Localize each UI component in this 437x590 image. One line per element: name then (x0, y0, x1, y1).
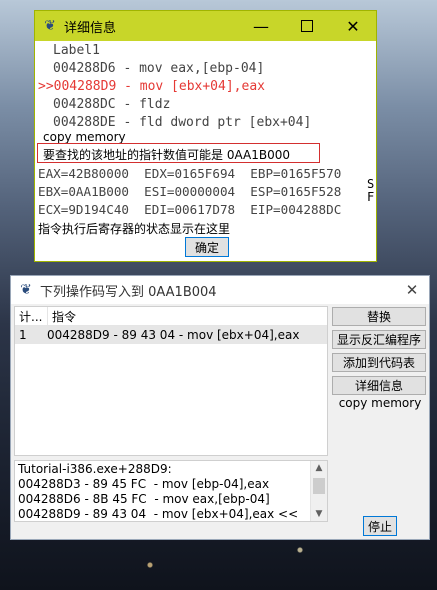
trace-line: 004288D9 - 89 43 04 - mov [ebx+04],eax <… (18, 507, 299, 521)
trace-line: 004288D6 - 8B 45 FC - mov eax,[ebp-04] (18, 492, 270, 506)
add-to-codelist-button[interactable]: 添加到代码表 (332, 353, 426, 372)
list-header: 计... 指令 (15, 307, 327, 326)
detail-titlebar[interactable]: ❦ 详细信息 — ✕ (35, 11, 376, 41)
asm-line-current: >>004288D9 - mov [ebx+04],eax (38, 79, 265, 94)
show-disassembler-button[interactable]: 显示反汇编程序 (332, 330, 426, 349)
cheat-engine-app-icon: ❦ (20, 282, 32, 298)
asm-label-line: Label1 (53, 43, 100, 58)
opcode-list[interactable]: 计... 指令 1 004288D9 - 89 43 04 - mov [ebx… (14, 306, 328, 456)
register-line: EBX=0AA1B000 ESI=00000004 ESP=0165F528 (38, 184, 342, 199)
more-info-button[interactable]: 详细信息 (332, 376, 426, 395)
scroll-up-icon[interactable]: ▲ (311, 461, 327, 475)
scroll-thumb[interactable] (313, 478, 325, 494)
close-button[interactable]: ✕ (395, 276, 429, 304)
list-item[interactable]: 1 004288D9 - 89 43 04 - mov [ebx+04],eax (15, 326, 327, 344)
replace-button[interactable]: 替换 (332, 307, 426, 326)
detail-window: ❦ 详细信息 — ✕ Label1 004288D6 - mov eax,[eb… (34, 10, 377, 262)
writes-window-title: 下列操作码写入到 0AA1B004 (40, 284, 217, 300)
copy-memory-label[interactable]: copy memory (43, 130, 126, 144)
maximize-button[interactable] (284, 11, 330, 41)
asm-line: 004288DE - fld dword ptr [ebx+04] (53, 115, 312, 130)
pointer-hint-box: 要查找的该地址的指针数值可能是 0AA1B000 (37, 143, 320, 163)
detail-window-title: 详细信息 (64, 20, 117, 36)
asm-line: 004288D6 - mov eax,[ebp-04] (53, 61, 265, 76)
trace-scrollbar[interactable]: ▲ ▼ (310, 461, 327, 521)
row-count: 1 (19, 328, 27, 342)
flag-s: S (367, 177, 375, 191)
scroll-down-icon[interactable]: ▼ (311, 507, 327, 521)
register-note: 指令执行后寄存器的状态显示在这里 (38, 222, 231, 236)
register-line: EAX=42B80000 EDX=0165F694 EBP=0165F570 (38, 166, 342, 181)
register-line: ECX=9D194C40 EDI=00617D78 EIP=004288DC (38, 202, 342, 217)
code-writes-window: ❦ 下列操作码写入到 0AA1B004 ✕ 计... 指令 1 004288D9… (10, 275, 430, 540)
column-instruction[interactable]: 指令 (48, 308, 76, 325)
writes-titlebar[interactable]: ❦ 下列操作码写入到 0AA1B004 ✕ (11, 276, 429, 304)
trace-line: Tutorial-i386.exe+288D9: (18, 462, 172, 476)
flag-f: F (367, 190, 375, 204)
maximize-icon (301, 20, 313, 32)
trace-panel[interactable]: Tutorial-i386.exe+288D9: 004288D3 - 89 4… (14, 460, 328, 522)
cheat-engine-app-icon: ❦ (44, 18, 56, 34)
row-instruction: 004288D9 - 89 43 04 - mov [ebx+04],eax (47, 328, 300, 342)
close-button[interactable]: ✕ (330, 11, 376, 41)
copy-memory-label[interactable]: copy memory (333, 396, 427, 410)
asm-line: 004288DC - fldz (53, 97, 171, 112)
stop-button[interactable]: 停止 (363, 516, 397, 536)
trace-line: 004288D3 - 89 45 FC - mov [ebp-04],eax (18, 477, 270, 491)
ok-button[interactable]: 确定 (185, 237, 229, 257)
minimize-button[interactable]: — (238, 11, 284, 41)
column-count[interactable]: 计... (15, 307, 48, 325)
